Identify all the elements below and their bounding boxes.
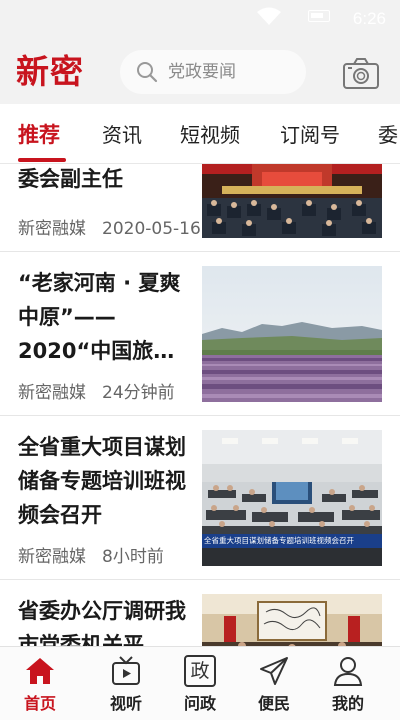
app-header: 6:26 新密 <box>0 0 400 104</box>
article-source: 新密融媒 <box>18 219 86 239</box>
nav-label: 首页 <box>23 694 56 713</box>
article-title: 委会副主任 <box>18 167 123 191</box>
send-icon <box>260 657 288 685</box>
article-meta: 新密融媒 8小时前 <box>18 542 164 567</box>
nav-home[interactable]: 首页 <box>0 647 80 720</box>
article-item[interactable]: 省委办公厅调研我市党委机关平 <box>0 580 400 646</box>
nav-wenzheng[interactable]: 政 问政 <box>160 647 240 720</box>
article-time: 8小时前 <box>102 547 164 567</box>
bottom-navigation: 首页 视听 政 问政 便民 我的 <box>0 646 400 720</box>
tab-news[interactable]: 资讯 <box>102 121 142 149</box>
article-thumbnail <box>202 594 382 646</box>
app-logo[interactable]: 新密 <box>16 52 84 92</box>
active-tab-indicator <box>18 158 66 162</box>
article-title: 全省重大项目谋划储备专题培训班视频会召开 <box>18 435 186 527</box>
article-thumbnail <box>202 164 382 238</box>
tab-more[interactable]: 委 <box>378 121 398 149</box>
battery-icon <box>308 10 330 22</box>
article-title: “老家河南 · 夏爽中原”——2020“中国旅… <box>18 271 181 363</box>
article-time: 24分钟前 <box>102 383 175 403</box>
home-icon <box>26 658 54 684</box>
channel-tabs: 推荐 资讯 短视频 订阅号 委 <box>0 104 400 164</box>
news-feed[interactable]: 委会副主任 新密融媒 2020-05-16 “老家河南 · 夏爽中原”——202… <box>0 164 400 646</box>
nav-label: 视听 <box>109 694 142 713</box>
status-bar: 6:26 <box>0 0 400 36</box>
article-source: 新密融媒 <box>18 383 86 403</box>
user-icon <box>333 657 363 686</box>
article-thumbnail <box>202 266 382 402</box>
search-bar[interactable] <box>120 50 306 94</box>
status-time: 6:26 <box>352 9 386 28</box>
article-item[interactable]: 委会副主任 新密融媒 2020-05-16 <box>0 164 400 252</box>
article-item[interactable]: 全省重大项目谋划储备专题培训班视频会召开 新密融媒 8小时前 全省重大项目谋划储… <box>0 416 400 580</box>
wifi-icon <box>257 7 281 25</box>
tab-recommend[interactable]: 推荐 <box>18 121 60 149</box>
search-icon <box>137 62 158 83</box>
nav-label: 问政 <box>183 694 216 713</box>
tab-subscriptions[interactable]: 订阅号 <box>280 121 340 149</box>
tab-short-video[interactable]: 短视频 <box>180 121 240 149</box>
wenzheng-icon: 政 <box>184 655 216 687</box>
nav-label: 我的 <box>331 694 364 713</box>
article-item[interactable]: “老家河南 · 夏爽中原”——2020“中国旅… 新密融媒 24分钟前 <box>0 252 400 416</box>
wenzheng-glyph: 政 <box>190 660 210 682</box>
article-time: 2020-05-16 <box>102 219 201 239</box>
thumbnail-caption: 全省重大项目谋划储备专题培训班视频会召开 <box>204 536 354 545</box>
search-input[interactable] <box>168 50 298 94</box>
nav-label: 便民 <box>257 694 290 713</box>
article-source: 新密融媒 <box>18 547 86 567</box>
nav-profile[interactable]: 我的 <box>308 647 388 720</box>
article-meta: 新密融媒 2020-05-16 <box>18 214 201 239</box>
article-thumbnail: 全省重大项目谋划储备专题培训班视频会召开 <box>202 430 382 566</box>
article-title: 省委办公厅调研我市党委机关平 <box>18 599 186 646</box>
tv-icon <box>112 656 140 685</box>
nav-media[interactable]: 视听 <box>86 647 166 720</box>
camera-icon[interactable] <box>342 56 380 90</box>
article-meta: 新密融媒 24分钟前 <box>18 378 175 403</box>
nav-services[interactable]: 便民 <box>234 647 314 720</box>
